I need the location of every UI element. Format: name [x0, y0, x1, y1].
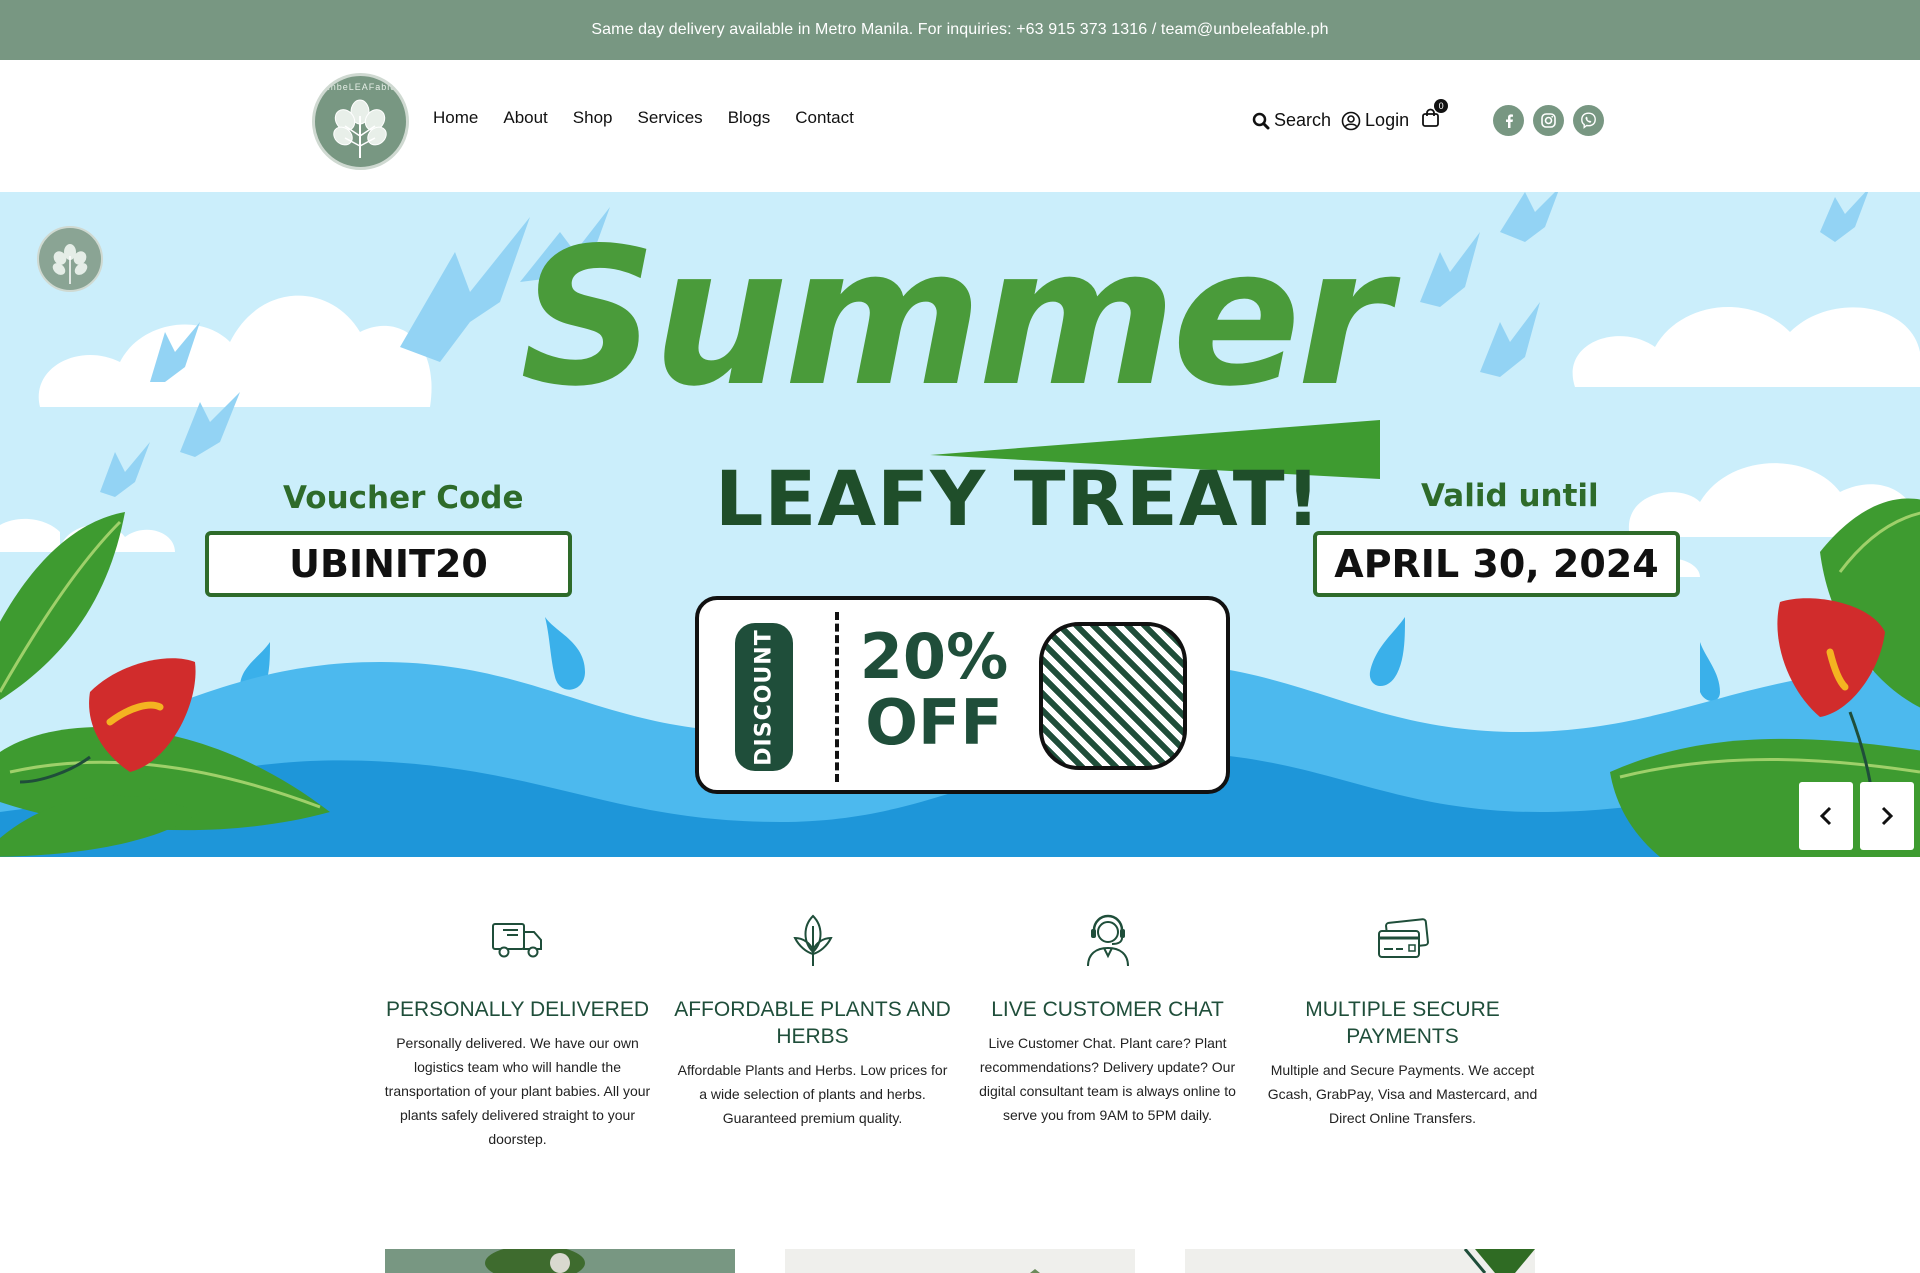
delivery-truck-icon — [491, 923, 542, 958]
viber-link[interactable] — [1573, 105, 1604, 136]
discount-tag: DISCOUNT — [735, 623, 793, 771]
search-icon — [1252, 112, 1270, 129]
header-tools: Search Login 0 — [1252, 99, 1449, 133]
social-links — [1493, 105, 1604, 136]
product-card[interactable] — [785, 1249, 1135, 1273]
feature-title: MULTIPLE SECURE PAYMENTS — [1305, 998, 1500, 1048]
instagram-link[interactable] — [1533, 105, 1564, 136]
hero-watermark-logo — [37, 226, 103, 292]
site-header: unbeLEAFable Home About Shop Services Bl… — [0, 60, 1920, 192]
voucher-label: Voucher Code — [283, 480, 524, 516]
leaf-watermark-icon — [52, 244, 88, 284]
feature-personally-delivered: PERSONALLY DELIVERED Personally delivere… — [370, 905, 665, 1165]
viber-icon — [1581, 112, 1596, 129]
nav-blogs[interactable]: Blogs — [728, 108, 771, 128]
announcement-text: Same day delivery available in Metro Man… — [591, 21, 1329, 38]
user-icon — [1341, 111, 1361, 130]
feature-title: AFFORDABLE PLANTS AND HERBS — [674, 998, 951, 1048]
hero-subtitle: LEAFY TREAT! — [715, 454, 1322, 543]
nav-home[interactable]: Home — [433, 108, 478, 128]
leaf-logo-icon — [333, 99, 387, 158]
facebook-icon — [1505, 113, 1513, 128]
search-button[interactable]: Search — [1252, 110, 1331, 131]
feature-text: Affordable Plants and Herbs. Low prices … — [677, 1062, 948, 1126]
credit-cards-icon — [1377, 918, 1429, 958]
cart-button[interactable]: 0 — [1421, 99, 1449, 133]
discount-ticket: DISCOUNT 20% OFF — [695, 596, 1230, 794]
slider-next-button[interactable] — [1860, 782, 1914, 850]
product-image — [385, 1249, 735, 1273]
nav-services[interactable]: Services — [638, 108, 703, 128]
announcement-bar: Same day delivery available in Metro Man… — [0, 0, 1920, 60]
product-card[interactable] — [385, 1249, 735, 1273]
product-cards-row — [385, 1249, 1535, 1273]
site-logo[interactable]: unbeLEAFable — [312, 73, 409, 170]
login-label: Login — [1365, 110, 1410, 130]
discount-off: OFF — [865, 686, 1003, 759]
ticket-hatch-pattern — [1039, 622, 1187, 770]
feature-affordable-plants: AFFORDABLE PLANTS AND HERBS Affordable P… — [665, 905, 960, 1165]
ticket-perforation — [835, 612, 839, 782]
instagram-icon — [1541, 113, 1556, 128]
feature-title: PERSONALLY DELIVERED — [386, 998, 649, 1021]
discount-percent: 20% — [859, 620, 1009, 693]
valid-until-date: APRIL 30, 2024 — [1313, 531, 1680, 597]
feature-text: Multiple and Secure Payments. We accept … — [1267, 1062, 1538, 1126]
hero-banner[interactable]: Summer LEAFY TREAT! Voucher Code UBINIT2… — [0, 192, 1920, 857]
feature-secure-payments: MULTIPLE SECURE PAYMENTS Multiple and Se… — [1255, 905, 1550, 1165]
nav-shop[interactable]: Shop — [573, 108, 613, 128]
plant-sprout-icon — [792, 914, 833, 966]
main-nav: Home About Shop Services Blogs Contact — [433, 108, 879, 128]
nav-contact[interactable]: Contact — [795, 108, 854, 128]
features-section: PERSONALLY DELIVERED Personally delivere… — [370, 905, 1550, 1165]
hero-title: Summer — [520, 207, 1391, 428]
login-button[interactable]: Login — [1341, 110, 1409, 131]
product-card[interactable] — [1185, 1249, 1535, 1273]
product-image — [785, 1249, 1135, 1273]
feature-title: LIVE CUSTOMER CHAT — [991, 998, 1224, 1021]
customer-support-icon — [1086, 914, 1129, 967]
facebook-link[interactable] — [1493, 105, 1524, 136]
search-label: Search — [1274, 110, 1332, 130]
discount-value: 20% OFF — [859, 624, 1009, 756]
nav-about[interactable]: About — [503, 108, 547, 128]
feature-text: Live Customer Chat. Plant care? Plant re… — [979, 1035, 1236, 1123]
feature-text: Personally delivered. We have our own lo… — [384, 1035, 651, 1147]
valid-until-label: Valid until — [1421, 478, 1599, 514]
slider-prev-button[interactable] — [1799, 782, 1853, 850]
cart-count-badge: 0 — [1434, 99, 1449, 113]
chevron-left-icon — [1819, 806, 1832, 826]
feature-live-chat: LIVE CUSTOMER CHAT Live Customer Chat. P… — [960, 905, 1255, 1165]
chevron-right-icon — [1881, 806, 1894, 826]
voucher-code: UBINIT20 — [205, 531, 572, 597]
discount-tag-label: DISCOUNT — [751, 628, 777, 766]
product-image — [1185, 1249, 1535, 1273]
